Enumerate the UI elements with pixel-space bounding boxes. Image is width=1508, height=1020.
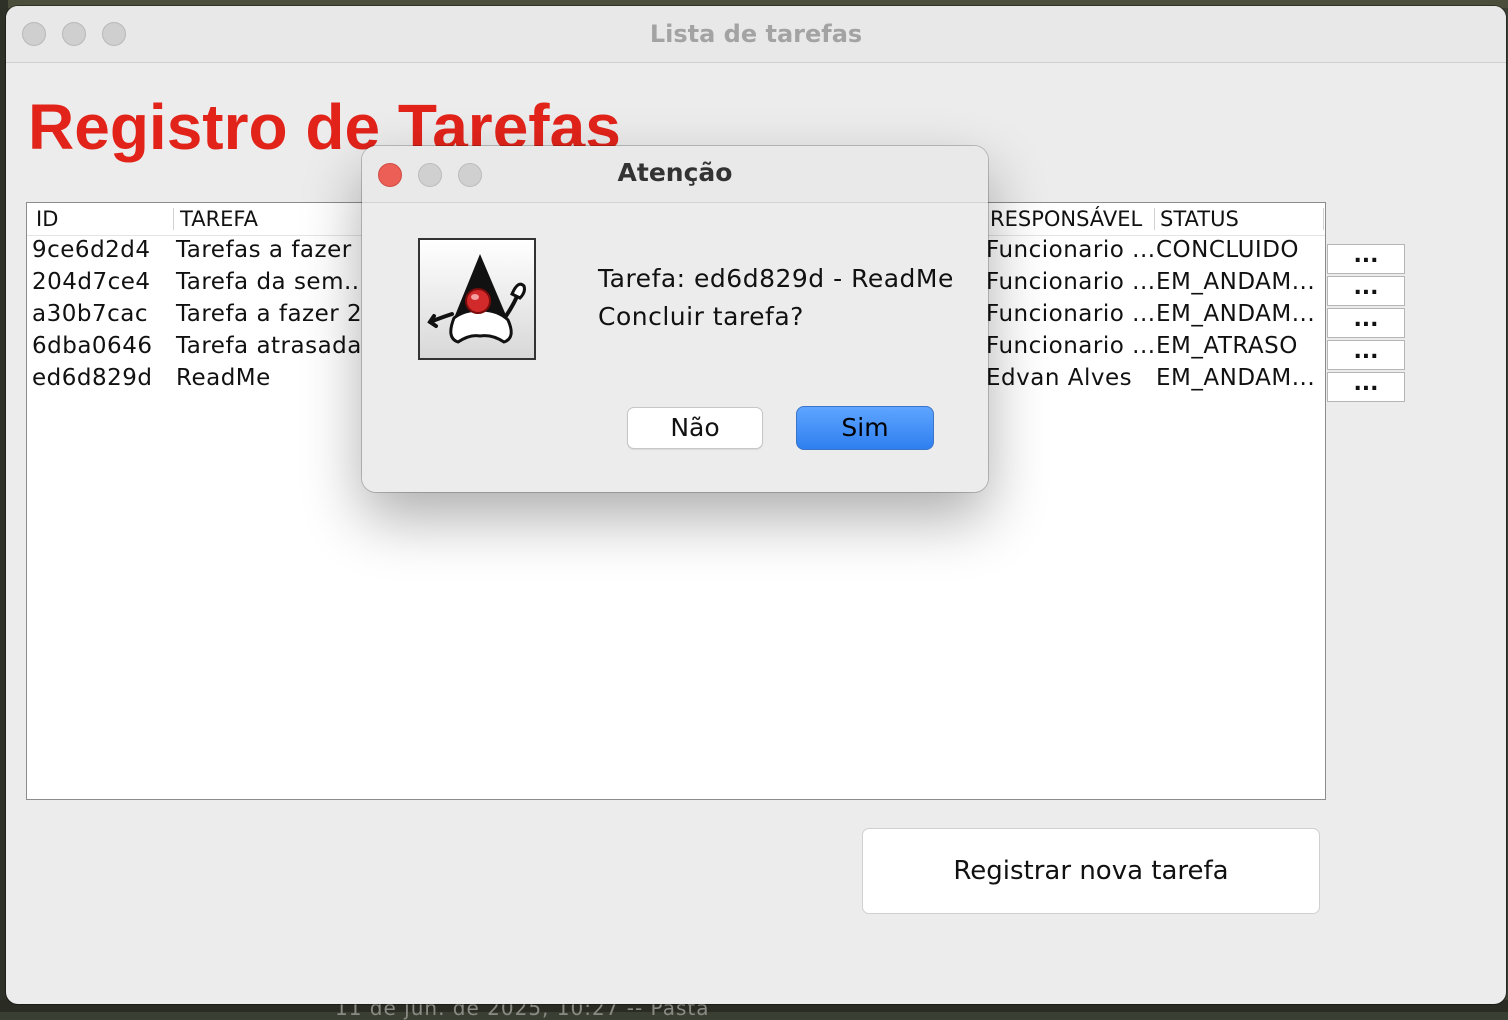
dialog-message-question: Concluir tarefa? [598,302,804,331]
window-title: Lista de tarefas [649,20,863,48]
cell-id: a30b7cac [32,301,148,327]
cell-id: 204d7ce4 [32,269,151,295]
cell-id: ed6d829d [32,365,153,391]
cell-responsavel: Edvan Alves [986,365,1133,391]
cell-status: EM_ATRASO [1156,333,1298,359]
dialog-titlebar[interactable]: Atenção [362,146,988,203]
no-button[interactable]: Não [627,407,763,449]
confirm-dialog: Atenção Tarefa: ed6d829d - ReadMe Conclu… [362,146,988,492]
cell-id: 9ce6d2d4 [32,237,151,263]
cell-status: EM_ANDAM... [1156,365,1316,391]
cell-tarefa: ReadMe [176,365,271,391]
dialog-title: Atenção [617,158,733,187]
cell-tarefa: Tarefa a fazer 2 [176,301,363,327]
column-header-status[interactable]: STATUS [1160,207,1239,231]
dialog-message-task: Tarefa: ed6d829d - ReadMe [598,264,954,293]
yes-button[interactable]: Sim [796,406,934,450]
row-action-button[interactable]: ... [1327,308,1405,338]
cell-status: EM_ANDAM... [1156,269,1316,295]
cell-tarefa: Tarefa atrasada [176,333,362,359]
column-header-id[interactable]: ID [36,207,58,231]
column-separator [173,208,174,230]
row-action-button[interactable]: ... [1327,372,1405,402]
column-separator [1154,208,1155,230]
column-header-responsavel[interactable]: RESPONSÁVEL [990,207,1142,231]
row-action-button[interactable]: ... [1327,244,1405,274]
column-separator [1323,208,1324,230]
cell-id: 6dba0646 [32,333,153,359]
window-titlebar[interactable]: Lista de tarefas [6,6,1506,63]
java-duke-icon [418,238,536,360]
cell-tarefa: Tarefas a fazer [176,237,352,263]
cell-status: EM_ANDAM... [1156,301,1316,327]
cell-responsavel: Funcionario ... [986,269,1156,295]
column-header-tarefa[interactable]: TAREFA [180,207,258,231]
register-task-button[interactable]: Registrar nova tarefa [862,828,1320,914]
cell-responsavel: Funcionario ... [986,301,1156,327]
row-action-button[interactable]: ... [1327,340,1405,370]
row-action-button[interactable]: ... [1327,276,1405,306]
cell-status: CONCLUIDO [1156,237,1300,263]
cell-tarefa: Tarefa da sem... [176,269,368,295]
cell-responsavel: Funcionario ... [986,237,1156,263]
cell-responsavel: Funcionario ... [986,333,1156,359]
